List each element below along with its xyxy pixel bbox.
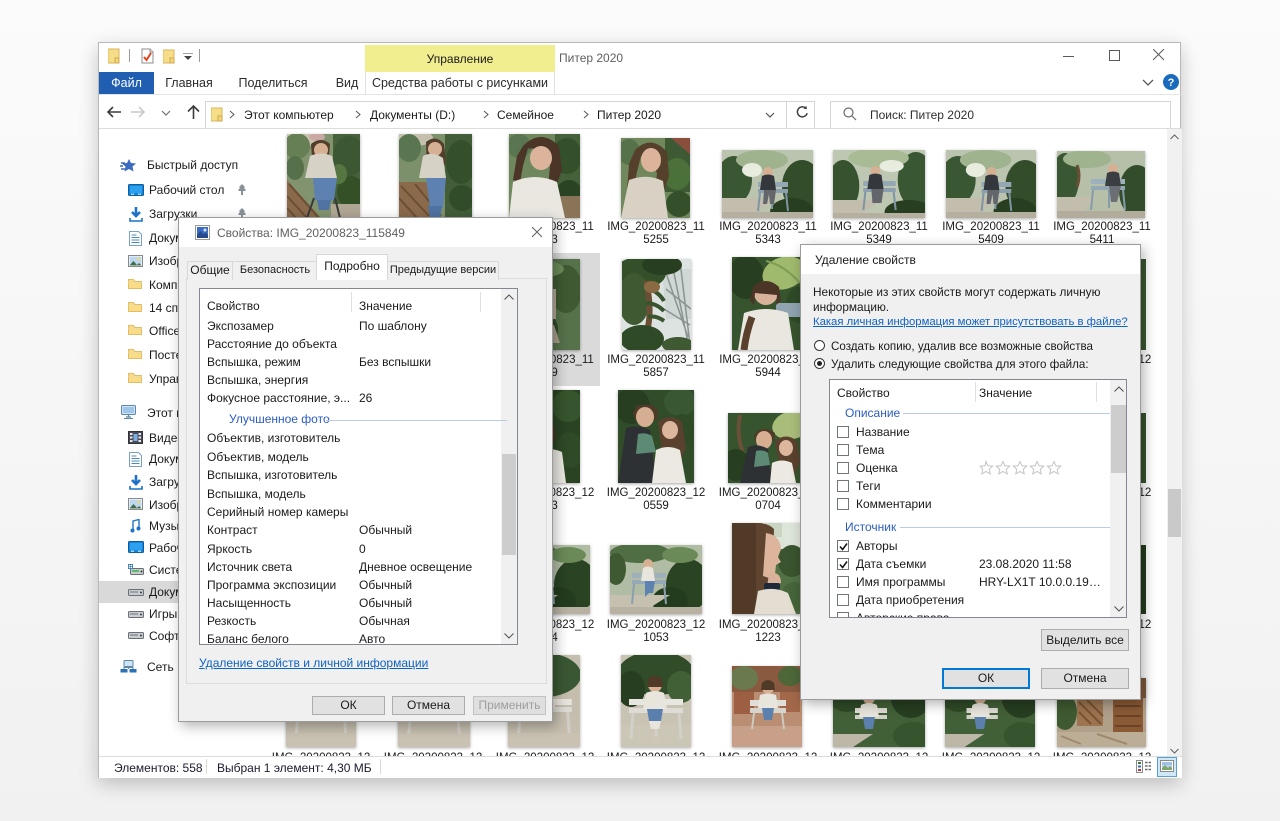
svg-text:?: ? [1168, 77, 1175, 89]
